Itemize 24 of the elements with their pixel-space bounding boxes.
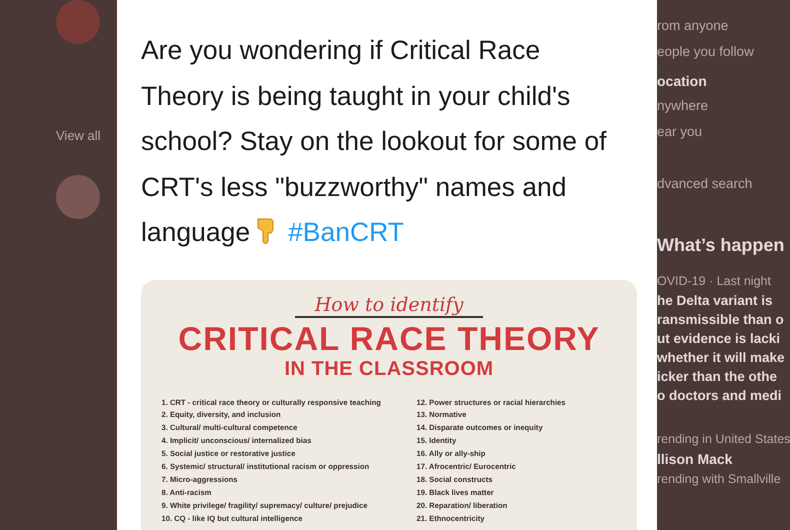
- view-all-link[interactable]: View all: [56, 128, 101, 143]
- filter-option[interactable]: ear you: [657, 119, 702, 145]
- trend-title[interactable]: llison Mack: [657, 449, 732, 469]
- infographic-subtitle: How to identify: [294, 294, 484, 318]
- tweet-text: Are you wondering if Critical Race Theory is being taught in your child's school? Stay on the lookout for some of CRT's less "buzzworthy" names and language #BanCRT: [141, 34, 608, 249]
- trend-context: rending with Smallville: [657, 471, 781, 488]
- advanced-search-link[interactable]: dvanced search: [657, 171, 752, 197]
- trends-heading: What’s happen: [657, 234, 784, 257]
- infographic-title: IN THE CLASSROOM: [284, 356, 494, 380]
- filter-heading: ocation: [657, 72, 707, 91]
- news-meta: OVID-19 · Last night: [657, 273, 771, 290]
- trend-meta: rending in United States: [657, 431, 790, 448]
- news-headline[interactable]: he Delta variant is: [657, 291, 773, 310]
- filter-option[interactable]: eople you follow: [657, 39, 754, 65]
- filter-option[interactable]: nywhere: [657, 93, 708, 119]
- news-headline[interactable]: ransmissible than o: [657, 310, 784, 329]
- infographic-title: CRITICAL RACE THEORY: [178, 320, 600, 356]
- filter-option[interactable]: rom anyone: [657, 13, 728, 39]
- news-headline[interactable]: icker than the othe: [657, 367, 778, 386]
- avatar[interactable]: [56, 175, 100, 219]
- news-headline[interactable]: whether it will make: [657, 348, 785, 367]
- avatar[interactable]: [56, 0, 100, 44]
- news-headline[interactable]: o doctors and medi: [657, 386, 782, 405]
- news-headline[interactable]: ut evidence is lacki: [657, 329, 780, 348]
